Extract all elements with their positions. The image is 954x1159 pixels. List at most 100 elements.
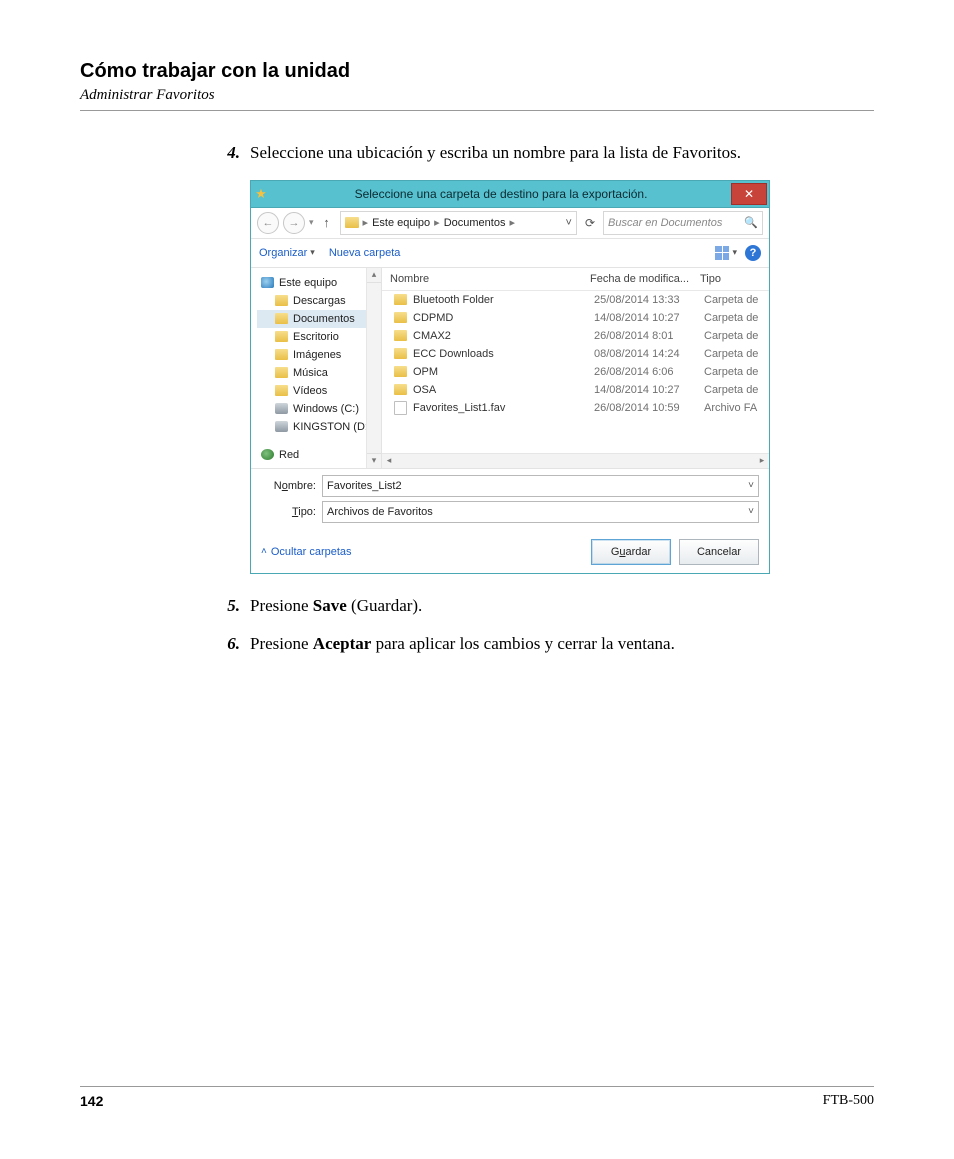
network-icon xyxy=(261,449,274,460)
tree-item-pictures[interactable]: Imágenes xyxy=(257,346,381,364)
list-item[interactable]: OSA14/08/2014 10:27Carpeta de xyxy=(382,381,769,399)
forward-button[interactable]: → xyxy=(283,212,305,234)
tree-item-drive-c[interactable]: Windows (C:) xyxy=(257,400,381,418)
arrow-up-icon: ↑ xyxy=(323,215,330,230)
filetype-select[interactable]: Archivos de Favoritos ˅ xyxy=(322,501,759,523)
refresh-button[interactable]: ⟳ xyxy=(581,216,599,230)
list-item[interactable]: Favorites_List1.fav26/08/2014 10:59Archi… xyxy=(382,399,769,417)
file-date: 14/08/2014 10:27 xyxy=(594,312,704,324)
tree-item-drive-d[interactable]: KINGSTON (D:) xyxy=(257,418,381,436)
tree-item-thispc[interactable]: Este equipo xyxy=(257,274,381,292)
organize-menu[interactable]: Organizar ▾ xyxy=(259,247,315,259)
file-date: 08/08/2014 14:24 xyxy=(594,348,704,360)
filetype-value: Archivos de Favoritos xyxy=(327,506,433,518)
tree-label: Vídeos xyxy=(293,385,327,397)
search-input[interactable]: Buscar en Documentos 🔍 xyxy=(603,211,763,235)
folder-icon xyxy=(275,331,288,342)
filetype-label: Tipo: xyxy=(261,506,322,518)
dialog-title: Seleccione una carpeta de destino para l… xyxy=(271,187,731,201)
column-headers: Nombre Fecha de modifica... Tipo xyxy=(382,268,769,291)
file-name: CDPMD xyxy=(413,312,453,324)
search-placeholder: Buscar en Documentos xyxy=(608,217,722,229)
column-header-date[interactable]: Fecha de modifica... xyxy=(590,273,700,285)
file-name: Favorites_List1.fav xyxy=(413,402,505,414)
file-icon xyxy=(394,401,407,415)
tree-item-network[interactable]: Red xyxy=(257,446,381,464)
file-date: 26/08/2014 8:01 xyxy=(594,330,704,342)
back-button[interactable]: ← xyxy=(257,212,279,234)
breadcrumb-item[interactable]: Documentos xyxy=(444,217,506,229)
column-header-type[interactable]: Tipo xyxy=(700,273,769,285)
breadcrumb-item[interactable]: Este equipo xyxy=(372,217,430,229)
column-header-name[interactable]: Nombre xyxy=(382,273,590,285)
help-button[interactable]: ? xyxy=(745,245,761,261)
view-icon xyxy=(715,246,729,260)
list-item[interactable]: Bluetooth Folder25/08/2014 13:33Carpeta … xyxy=(382,291,769,309)
filename-input[interactable]: Favorites_List2 ˅ xyxy=(322,475,759,497)
tree-item-documents[interactable]: Documentos xyxy=(257,310,381,328)
save-label-post: ardar xyxy=(626,546,652,558)
horizontal-scrollbar[interactable]: ◂ ▸ xyxy=(382,453,769,468)
tree-label: Música xyxy=(293,367,328,379)
chevron-down-icon[interactable]: ˅ xyxy=(566,217,572,229)
close-button[interactable]: ✕ xyxy=(731,183,767,205)
file-date: 14/08/2014 10:27 xyxy=(594,384,704,396)
organize-label: Organizar xyxy=(259,247,307,259)
step-6-text: Presione Aceptar para aplicar los cambio… xyxy=(250,632,844,657)
tree-item-videos[interactable]: Vídeos xyxy=(257,382,381,400)
up-button[interactable]: ↑ xyxy=(318,214,336,232)
file-list: Nombre Fecha de modifica... Tipo Bluetoo… xyxy=(382,268,769,468)
chevron-right-icon: ▸ xyxy=(434,216,440,229)
dialog-titlebar: ★ Seleccione una carpeta de destino para… xyxy=(251,181,769,208)
file-name: CMAX2 xyxy=(413,330,451,342)
scroll-up-icon: ▴ xyxy=(367,268,381,283)
cancel-button[interactable]: Cancelar xyxy=(679,539,759,565)
list-item[interactable]: CDPMD14/08/2014 10:27Carpeta de xyxy=(382,309,769,327)
chevron-right-icon: ▸ xyxy=(363,216,369,229)
save-button[interactable]: Guardar xyxy=(591,539,671,565)
hide-folders-link[interactable]: ˄ Ocultar carpetas xyxy=(261,546,352,558)
tree-label: Red xyxy=(279,449,299,461)
tree-item-music[interactable]: Música xyxy=(257,364,381,382)
folder-icon xyxy=(275,385,288,396)
new-folder-button[interactable]: Nueva carpeta xyxy=(329,247,401,259)
breadcrumb[interactable]: ▸ Este equipo ▸ Documentos ▸ ˅ xyxy=(340,211,577,235)
file-date: 26/08/2014 6:06 xyxy=(594,366,704,378)
file-type: Carpeta de xyxy=(704,366,769,378)
folder-icon xyxy=(394,366,407,377)
scroll-right-icon: ▸ xyxy=(755,454,769,468)
filename-label: Nombre: xyxy=(261,480,322,492)
heading-rule xyxy=(80,110,874,111)
list-item[interactable]: CMAX226/08/2014 8:01Carpeta de xyxy=(382,327,769,345)
footer-rule xyxy=(80,1086,874,1087)
tree-label: KINGSTON (D:) xyxy=(293,421,372,433)
tree-label: Documentos xyxy=(293,313,355,325)
view-button[interactable]: ▾ xyxy=(715,246,745,260)
tree-item-desktop[interactable]: Escritorio xyxy=(257,328,381,346)
tree-scrollbar[interactable]: ▴ ▾ xyxy=(366,268,381,468)
folder-icon xyxy=(394,330,407,341)
page-number: 142 xyxy=(80,1093,103,1109)
chevron-down-icon: ▾ xyxy=(732,247,737,258)
folder-icon xyxy=(394,348,407,359)
file-name: Bluetooth Folder xyxy=(413,294,494,306)
list-item[interactable]: ECC Downloads08/08/2014 14:24Carpeta de xyxy=(382,345,769,363)
tree-item-downloads[interactable]: Descargas xyxy=(257,292,381,310)
navigation-row: ← → ▾ ↑ ▸ Este equipo ▸ Documentos ▸ ˅ ⟳… xyxy=(251,208,769,239)
help-icon: ? xyxy=(750,247,757,259)
folder-icon xyxy=(275,349,288,360)
chevron-down-icon[interactable]: ˅ xyxy=(748,480,754,491)
chevron-down-icon[interactable]: ˅ xyxy=(748,506,754,517)
step-4-text: Seleccione una ubicación y escriba un no… xyxy=(250,141,844,166)
tree-label: Windows (C:) xyxy=(293,403,359,415)
arrow-left-icon: ← xyxy=(263,217,274,229)
hide-folders-label: Ocultar carpetas xyxy=(271,546,352,558)
scroll-down-icon: ▾ xyxy=(367,453,381,468)
folder-icon xyxy=(394,294,407,305)
folder-icon xyxy=(394,312,407,323)
page-heading: Cómo trabajar con la unidad xyxy=(80,60,874,83)
tree-label: Descargas xyxy=(293,295,346,307)
drive-icon xyxy=(275,403,288,414)
filename-value: Favorites_List2 xyxy=(327,480,402,492)
list-item[interactable]: OPM26/08/2014 6:06Carpeta de xyxy=(382,363,769,381)
